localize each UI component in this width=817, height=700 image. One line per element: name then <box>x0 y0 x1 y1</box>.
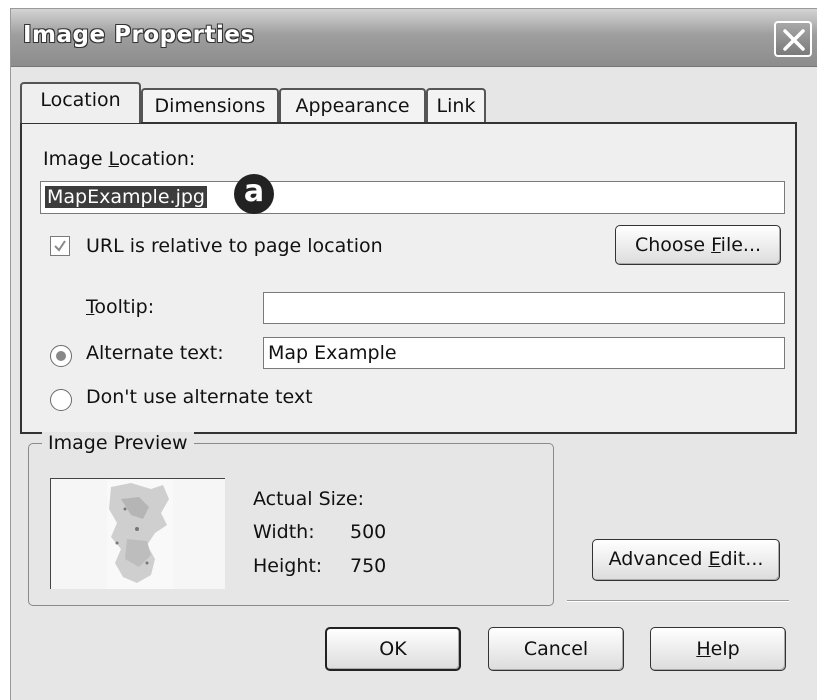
width-label: Width: <box>253 521 315 543</box>
title-bar[interactable]: Image Properties <box>11 9 817 67</box>
ok-button[interactable]: OK <box>325 627 461 671</box>
height-value: 750 <box>350 555 387 577</box>
url-relative-label: URL is relative to page location <box>86 235 383 257</box>
tab-label: Location <box>40 89 121 111</box>
tooltip-label: Tooltip: <box>86 296 155 318</box>
alternate-text-label: Alternate text: <box>86 342 224 364</box>
height-label: Height: <box>253 555 323 577</box>
cancel-button[interactable]: Cancel <box>488 627 624 671</box>
dialog-title: Image Properties <box>23 22 255 48</box>
map-thumbnail-image <box>107 479 173 589</box>
no-alt-text-label: Don't use alternate text <box>86 386 313 408</box>
tooltip-input[interactable] <box>263 292 785 324</box>
tab-link[interactable]: Link <box>426 88 486 122</box>
close-icon <box>783 29 805 51</box>
close-button[interactable] <box>774 21 812 57</box>
image-location-input[interactable]: MapExample.jpg <box>40 181 785 214</box>
callout-marker: a <box>234 174 274 214</box>
image-preview-thumbnail <box>50 478 225 589</box>
url-relative-checkbox[interactable] <box>50 236 70 256</box>
no-alt-text-radio[interactable] <box>50 389 72 411</box>
tab-appearance[interactable]: Appearance <box>279 88 426 122</box>
tab-label: Link <box>436 95 476 117</box>
image-preview-title: Image Preview <box>42 432 194 454</box>
separator-line <box>567 600 789 602</box>
tab-label: Appearance <box>295 95 410 117</box>
tab-location[interactable]: Location <box>20 82 141 123</box>
tab-label: Dimensions <box>154 95 266 117</box>
image-location-label: Image Location: <box>43 148 196 170</box>
width-value: 500 <box>350 521 387 543</box>
alternate-text-radio[interactable] <box>50 345 72 367</box>
checkmark-icon <box>54 240 66 252</box>
advanced-edit-button[interactable]: Advanced Edit... <box>592 539 780 581</box>
tab-dimensions[interactable]: Dimensions <box>141 88 279 122</box>
help-button[interactable]: Help <box>650 627 786 671</box>
alternate-text-input[interactable]: Map Example <box>263 337 785 369</box>
choose-file-button[interactable]: Choose File... <box>615 225 781 265</box>
actual-size-label: Actual Size: <box>253 488 364 510</box>
image-location-value: MapExample.jpg <box>45 186 207 208</box>
